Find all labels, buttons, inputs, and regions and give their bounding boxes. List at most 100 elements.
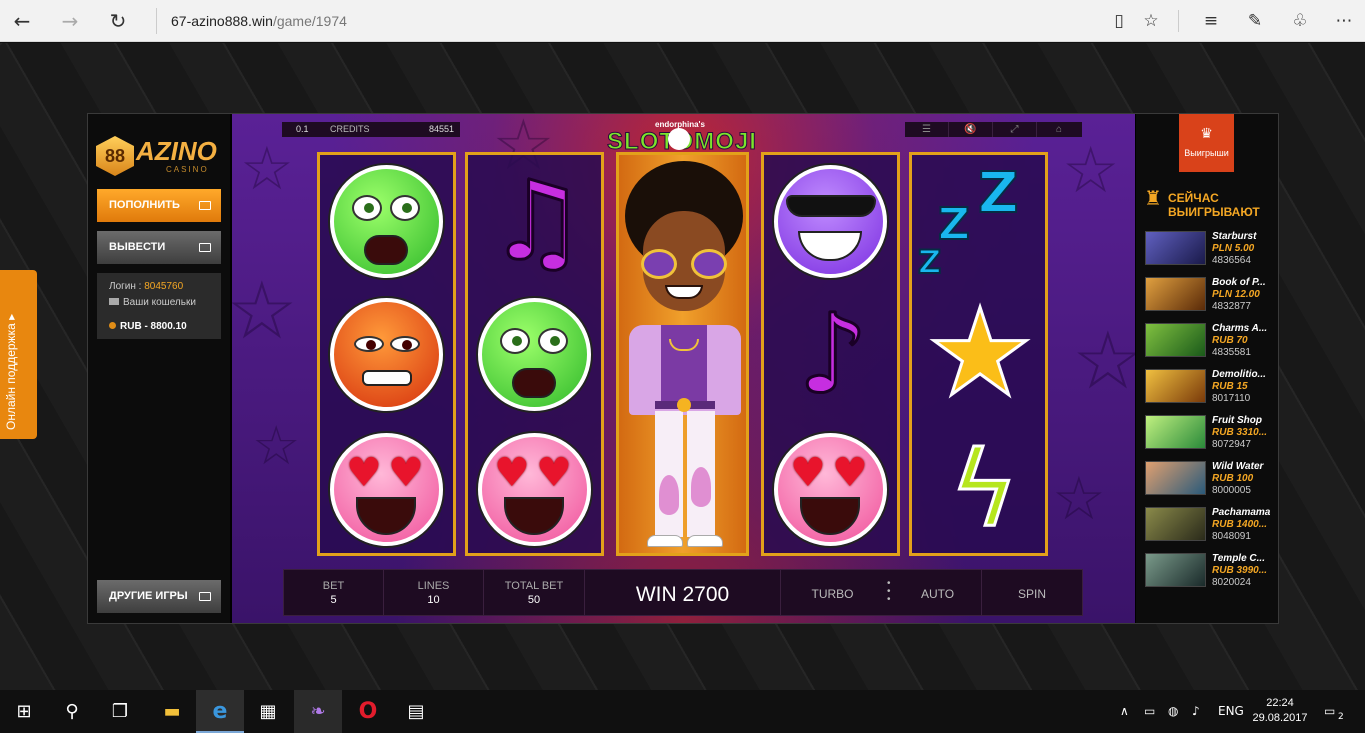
options-dots-icon[interactable]: • • •: [887, 579, 891, 605]
winner-item[interactable]: Book of P... PLN 12.00 4832877: [1145, 277, 1273, 313]
forward-arrow-icon[interactable]: →: [57, 8, 83, 34]
online-support-tab[interactable]: Онлайн поддержка ▸: [0, 270, 37, 439]
now-winning-label: СЕЙЧАС ВЫИГРЫВАЮТ: [1168, 191, 1260, 219]
lines-control[interactable]: LINES 10: [384, 570, 484, 615]
withdraw-label: ВЫВЕСТИ: [109, 241, 166, 253]
logo-word: AZINO: [136, 136, 217, 166]
winner-item[interactable]: Fruit Shop RUB 3310... 8072947: [1145, 415, 1273, 451]
fullscreen-icon[interactable]: ⤢: [993, 122, 1037, 137]
winner-item[interactable]: Wild Water RUB 100 8000005: [1145, 461, 1273, 497]
language-indicator[interactable]: ENG: [1218, 690, 1244, 733]
win-text: WIN 2700: [635, 583, 730, 606]
sleep-zzz-icon: Z Z Z: [917, 160, 1020, 282]
topup-button[interactable]: ПОПОЛНИТЬ: [97, 189, 221, 222]
favorite-star-icon[interactable]: ☆: [1138, 8, 1164, 34]
game-thumbnail: [1145, 277, 1206, 311]
other-games-button[interactable]: ДРУГИЕ ИГРЫ: [97, 580, 221, 613]
tray-expand-icon[interactable]: ∧: [1120, 690, 1129, 733]
winner-id: 4832877: [1212, 301, 1251, 312]
heart-eyes-emoji-icon: ♥ ♥: [324, 427, 449, 552]
battery-icon[interactable]: ▭: [1144, 690, 1155, 733]
notification-icon[interactable]: ▭: [1324, 690, 1335, 733]
refresh-icon[interactable]: ↻: [105, 8, 131, 34]
total-bet-label: TOTAL BET: [504, 580, 564, 592]
web-note-icon[interactable]: ✎: [1242, 8, 1268, 34]
wallets-row[interactable]: Ваши кошельки: [109, 297, 196, 308]
winner-amount: RUB 100: [1212, 473, 1254, 484]
azino-logo[interactable]: 88 AZINO CASINO: [96, 134, 222, 180]
credits-label: CREDITS: [330, 124, 370, 134]
total-bet-value: 50: [527, 594, 541, 606]
lines-value: 10: [427, 594, 440, 606]
game-thumbnail: [1145, 415, 1206, 449]
winner-amount: RUB 1400...: [1212, 519, 1268, 530]
topup-label: ПОПОЛНИТЬ: [109, 199, 180, 211]
reading-view-icon[interactable]: ▯: [1106, 8, 1132, 34]
credits-bar: 0.1 CREDITS 84551: [282, 122, 460, 137]
bet-value: 5: [330, 594, 337, 606]
logo-ball-icon: [668, 128, 690, 150]
winner-item[interactable]: Charms A... RUB 70 4835581: [1145, 323, 1273, 359]
disco-wild-symbol: [616, 152, 749, 556]
hub-icon[interactable]: ≡: [1198, 8, 1224, 34]
turbo-label: TURBO: [811, 587, 854, 601]
volume-icon[interactable]: ♪: [1192, 690, 1200, 733]
winner-amount: PLN 12.00: [1212, 289, 1260, 300]
url-host: 67-azino888.win: [171, 13, 273, 29]
sick-emoji-icon: [324, 159, 449, 284]
media-icon[interactable]: ▤: [392, 690, 440, 733]
back-arrow-icon[interactable]: ←: [9, 8, 35, 34]
auto-button[interactable]: AUTO: [894, 570, 982, 615]
login-row: Логин : 8045760: [109, 281, 183, 292]
game-thumbnail: [1145, 553, 1206, 587]
feather-app-icon[interactable]: ❧: [294, 690, 342, 733]
search-icon[interactable]: ⚲: [48, 690, 96, 733]
withdraw-button[interactable]: ВЫВЕСТИ: [97, 231, 221, 264]
winner-item[interactable]: Starburst PLN 5.00 4836564: [1145, 231, 1273, 267]
login-label: Логин :: [109, 281, 145, 292]
winners-tab[interactable]: ♛ Выигрыши: [1179, 114, 1234, 172]
winner-game-name: Demolitio...: [1212, 369, 1266, 380]
music-note-icon: ♪: [796, 290, 869, 418]
winner-item[interactable]: Demolitio... RUB 15 8017110: [1145, 369, 1273, 405]
other-games-label: ДРУГИЕ ИГРЫ: [109, 590, 188, 602]
lines-label: LINES: [417, 580, 450, 592]
store-icon[interactable]: ▦: [244, 690, 292, 733]
start-icon[interactable]: ⊞: [0, 690, 48, 733]
game-thumbnail: [1145, 507, 1206, 541]
winner-id: 8048091: [1212, 531, 1251, 542]
bet-control[interactable]: BET 5: [284, 570, 384, 615]
clock[interactable]: 22:24 29.08.2017: [1244, 696, 1316, 726]
turbo-button[interactable]: TURBO: [781, 570, 884, 615]
sound-mute-icon[interactable]: 🔇: [949, 122, 993, 137]
winner-amount: RUB 70: [1212, 335, 1248, 346]
winner-game-name: Charms A...: [1212, 323, 1268, 334]
menu-icon[interactable]: ☰: [905, 122, 949, 137]
winner-amount: RUB 3310...: [1212, 427, 1268, 438]
reel-2: ♫ ♥ ♥: [465, 152, 604, 556]
share-icon[interactable]: ♧: [1287, 8, 1313, 34]
logo-badge: 88: [96, 136, 134, 176]
file-explorer-icon[interactable]: ▬: [148, 690, 196, 733]
winner-game-name: Book of P...: [1212, 277, 1266, 288]
game-menu: ☰ 🔇 ⤢ ⌂: [905, 122, 1082, 137]
crown-icon: ♛: [1200, 126, 1213, 142]
more-icon[interactable]: ⋯: [1331, 8, 1357, 34]
reel-4: ♪ ♥ ♥: [761, 152, 900, 556]
clock-time: 22:24: [1266, 697, 1294, 709]
spin-button[interactable]: SPIN: [982, 570, 1082, 615]
control-bar: BET 5 LINES 10 TOTAL BET 50 WIN 2700 TUR…: [283, 569, 1083, 616]
url-path: /game/1974: [272, 13, 347, 29]
online-support-label: Онлайн поддержка ▸: [4, 313, 18, 430]
winner-item[interactable]: Temple C... RUB 3990... 8020024: [1145, 553, 1273, 589]
address-bar[interactable]: 67-azino888.win/game/1974: [156, 8, 1086, 34]
opera-icon[interactable]: O: [344, 690, 392, 733]
user-info-box: Логин : 8045760 Ваши кошельки RUB - 8800…: [97, 273, 221, 339]
task-view-icon[interactable]: ❐: [96, 690, 144, 733]
home-icon[interactable]: ⌂: [1037, 122, 1081, 137]
winner-item[interactable]: Pachamama RUB 1400... 8048091: [1145, 507, 1273, 543]
credits-value: 84551: [428, 124, 454, 134]
network-icon[interactable]: ◍: [1168, 690, 1178, 733]
edge-icon[interactable]: e: [196, 690, 244, 733]
background-star-icon: ☆: [252, 414, 301, 477]
